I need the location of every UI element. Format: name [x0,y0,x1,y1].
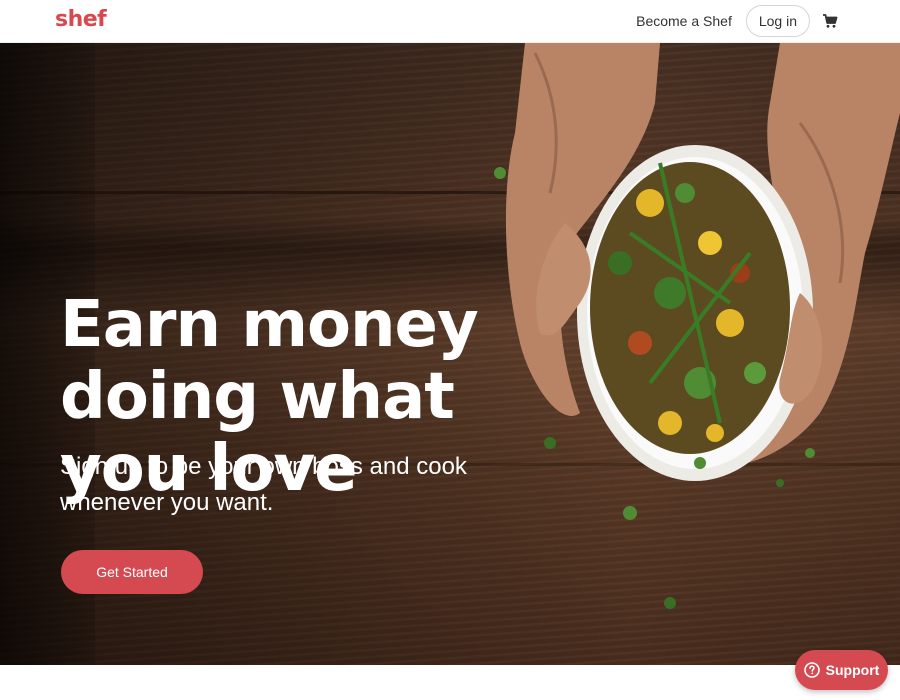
support-button[interactable]: Support [795,650,888,690]
shef-logo[interactable]: shef [55,6,107,34]
shopping-cart-icon[interactable] [822,13,838,29]
hero-subheading: Sign up to be your own boss and cook whe… [60,453,467,516]
hero-section: Earn money doing what you love Sign up t… [0,43,900,665]
question-circle-icon [803,662,820,678]
login-label: Log in [758,13,797,29]
get-started-label: Get Started [96,564,168,580]
nav-actions: Become a Shef Log in [636,4,838,38]
get-started-button[interactable]: Get Started [61,550,203,594]
top-navbar: shef Become a Shef Log in [0,0,900,43]
become-a-shef-link[interactable]: Become a Shef [636,13,732,29]
support-label: Support [825,662,880,678]
login-button[interactable]: Log in [745,5,810,37]
